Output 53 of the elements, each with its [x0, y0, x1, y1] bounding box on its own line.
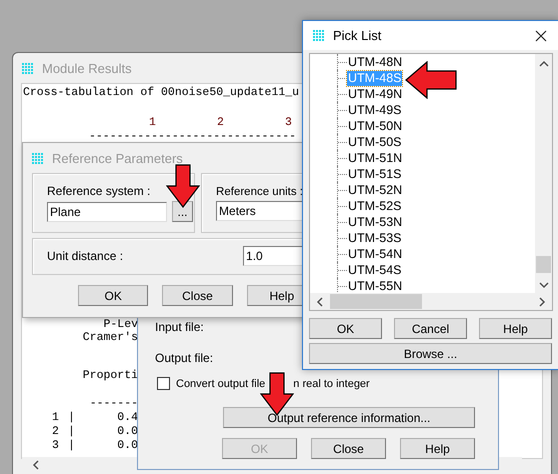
- column-header: 1: [149, 116, 157, 130]
- table-cell-text: 0.0: [116, 439, 138, 453]
- checkbox-label: n real to integer: [293, 378, 370, 390]
- field-label: Output file:: [155, 351, 214, 365]
- field-label: Input file:: [155, 320, 204, 334]
- dialog-button[interactable]: Help: [479, 318, 552, 339]
- column-separator: |: [68, 425, 76, 439]
- output-line: Proporti: [82, 369, 138, 383]
- output-line: ------------------------------: [89, 130, 296, 144]
- field-label: Unit distance :: [47, 249, 124, 265]
- tree-item[interactable]: UTM-50N: [347, 118, 404, 134]
- column-separator: |: [68, 439, 76, 453]
- tree-item[interactable]: UTM-52S: [347, 198, 402, 214]
- window-title: Reference Parameters: [52, 150, 183, 166]
- browse-button[interactable]: ...: [172, 201, 193, 222]
- tree-item[interactable]: UTM-53N: [347, 214, 404, 230]
- dialog-button[interactable]: Cancel: [394, 318, 467, 339]
- tree-item[interactable]: UTM-51S: [347, 166, 402, 182]
- tree-item[interactable]: UTM-52N: [347, 182, 404, 198]
- dialog-button[interactable]: Close: [162, 285, 233, 306]
- dialog-button[interactable]: Close: [311, 438, 386, 459]
- column-separator: |: [68, 411, 76, 425]
- tree-item[interactable]: UTM-54S: [347, 262, 402, 278]
- row-index: 3: [52, 439, 60, 453]
- row-index: 2: [52, 425, 60, 439]
- table-cell-text: 0.0: [116, 425, 138, 439]
- output-line: Cross-tabulation of 00noise50_update11_u: [23, 86, 300, 100]
- tree-item[interactable]: UTM-49S: [347, 102, 402, 118]
- window-title: Module Results: [42, 60, 132, 76]
- tree-item[interactable]: UTM-54N: [347, 246, 404, 262]
- field-label: Reference system :: [47, 184, 150, 198]
- output-line: Cramer's: [82, 331, 138, 345]
- row-index: 1: [52, 411, 60, 425]
- browse-button[interactable]: Browse ...: [309, 343, 552, 364]
- dialog-button[interactable]: Help: [400, 438, 475, 459]
- tree-item[interactable]: UTM-53S: [347, 230, 402, 246]
- dialog-button[interactable]: OK: [78, 285, 148, 306]
- field-label: Reference units :: [216, 186, 303, 198]
- output-line: -------: [90, 397, 138, 411]
- checkbox-label: Convert output file: [176, 378, 266, 390]
- table-cell-text: 0.4: [116, 411, 138, 425]
- output-line: P-Lev: [103, 318, 138, 332]
- column-header: 2: [217, 116, 225, 130]
- dialog-button[interactable]: OK: [309, 318, 382, 339]
- output-reference-button[interactable]: Output reference information...: [223, 407, 475, 428]
- tree-item[interactable]: UTM-49N: [347, 86, 404, 102]
- window-title: Pick List: [333, 28, 382, 43]
- tree-item[interactable]: UTM-55N: [347, 278, 404, 293]
- column-header: 3: [285, 116, 293, 130]
- tree-item[interactable]: UTM-50S: [347, 134, 402, 150]
- text-field[interactable]: Plane: [47, 202, 167, 222]
- tree-item[interactable]: UTM-51N: [347, 150, 404, 166]
- tree-item[interactable]: UTM-48N: [347, 54, 404, 70]
